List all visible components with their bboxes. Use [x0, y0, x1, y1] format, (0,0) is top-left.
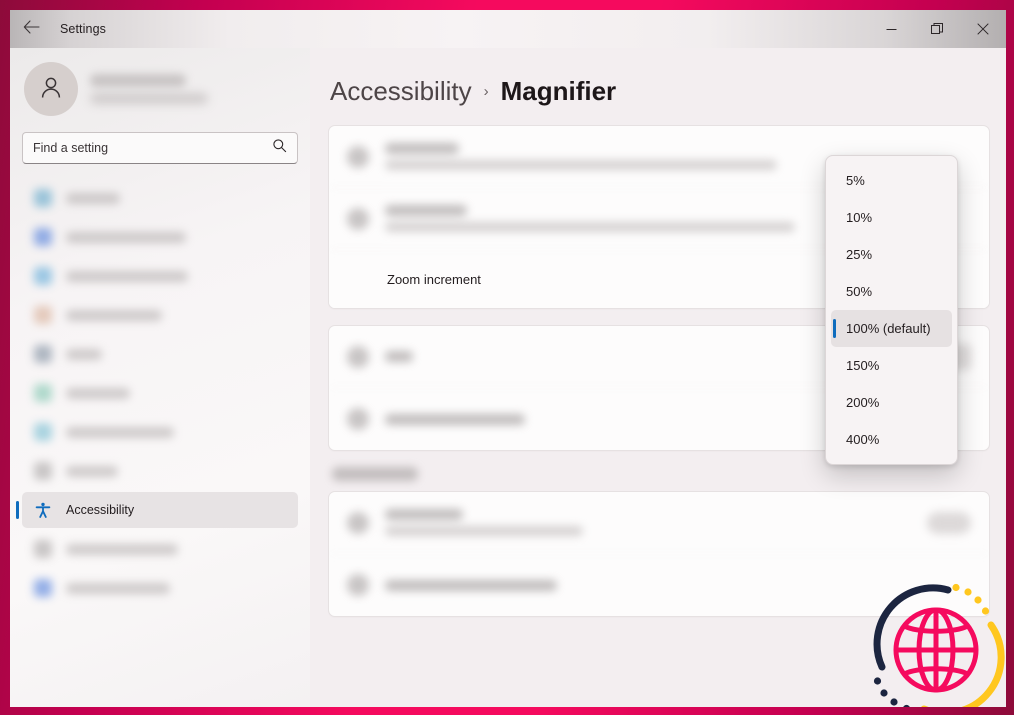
privacy-icon: [34, 540, 52, 558]
time-language-icon: [34, 423, 52, 441]
chevron-right-icon: ›: [483, 83, 489, 100]
account-email: [90, 93, 208, 104]
dropdown-option-400[interactable]: 400%: [831, 421, 952, 458]
back-button[interactable]: [10, 10, 52, 48]
sidebar-item-label: [66, 387, 130, 399]
sidebar-item-label: [66, 231, 186, 243]
accounts-icon: [34, 384, 52, 402]
window-title: Settings: [60, 22, 106, 36]
sidebar-item-item-4[interactable]: [22, 336, 298, 372]
sidebar: Accessibility: [10, 48, 310, 707]
row-icon: [347, 574, 369, 596]
row-text: [385, 509, 911, 536]
sidebar-item-label: [66, 426, 174, 438]
row-title: [385, 351, 413, 362]
row-icon: [347, 145, 369, 168]
settings-window: Settings Find a setting Accessibility Ac…: [10, 10, 1006, 707]
sidebar-item-label: [66, 309, 162, 321]
sidebar-item-item-0[interactable]: [22, 180, 298, 216]
pink-border-frame: Settings Find a setting Accessibility Ac…: [0, 0, 1014, 715]
dropdown-option-10[interactable]: 10%: [831, 199, 952, 236]
row-subtitle: [385, 222, 795, 232]
sidebar-item-item-6[interactable]: [22, 414, 298, 450]
sidebar-item-label: [66, 270, 188, 282]
sidebar-item-label: [66, 348, 102, 360]
avatar: [24, 62, 78, 116]
account-block[interactable]: [24, 62, 298, 116]
related-settings-card: [328, 491, 990, 617]
page-title: Magnifier: [500, 76, 617, 106]
search-input[interactable]: [33, 141, 272, 155]
table-row[interactable]: [329, 492, 989, 554]
accessibility-icon: [34, 501, 52, 519]
zoom-increment-dropdown[interactable]: 5% 10% 25% 50% 100% (default) 150% 200% 400%: [825, 155, 958, 465]
search-box[interactable]: [22, 132, 298, 164]
close-icon: [977, 23, 989, 35]
apps-icon: [34, 345, 52, 363]
sidebar-item-item-2[interactable]: [22, 258, 298, 294]
window-controls: [868, 10, 1006, 48]
sidebar-item-item-3[interactable]: [22, 297, 298, 333]
row-text: [385, 351, 835, 362]
arrow-left-icon: [23, 19, 40, 39]
sidebar-item-label: [66, 582, 170, 594]
restore-button[interactable]: [914, 10, 960, 48]
system-icon: [34, 189, 52, 207]
account-text: [90, 74, 208, 104]
search-icon[interactable]: [272, 138, 287, 158]
dropdown-option-5[interactable]: 5%: [831, 162, 952, 199]
minimize-icon: [886, 24, 897, 35]
sidebar-item-item-9[interactable]: [22, 531, 298, 567]
row-subtitle: [385, 160, 777, 170]
personalize-icon: [34, 306, 52, 324]
dropdown-option-25[interactable]: 25%: [831, 236, 952, 273]
row-subtitle: [385, 526, 583, 536]
sidebar-item-item-10[interactable]: [22, 570, 298, 606]
title-bar: Settings: [10, 10, 1006, 48]
table-row[interactable]: [329, 554, 989, 616]
sidebar-item-accessibility[interactable]: Accessibility: [16, 492, 298, 528]
gaming-icon: [34, 462, 52, 480]
row-title: [385, 579, 557, 591]
sidebar-item-label: [66, 543, 178, 555]
dropdown-option-150[interactable]: 150%: [831, 347, 952, 384]
section-heading: [332, 467, 418, 481]
sidebar-item-label: [66, 465, 118, 477]
dropdown-option-100-default[interactable]: 100% (default): [831, 310, 952, 347]
row-icon: [347, 511, 369, 534]
row-title: [385, 509, 463, 520]
minimize-button[interactable]: [868, 10, 914, 48]
row-title: [385, 205, 467, 216]
sidebar-nav-list: Accessibility: [16, 180, 298, 606]
breadcrumb-parent[interactable]: Accessibility: [330, 76, 472, 107]
windows-update-icon: [34, 579, 52, 597]
sidebar-item-label: Accessibility: [66, 503, 135, 517]
row-title: [385, 143, 459, 154]
account-name: [90, 74, 186, 87]
sidebar-item-item-7[interactable]: [22, 453, 298, 489]
zoom-increment-label: Zoom increment: [387, 271, 481, 287]
dropdown-option-200[interactable]: 200%: [831, 384, 952, 421]
sidebar-item-item-5[interactable]: [22, 375, 298, 411]
person-icon: [37, 73, 65, 106]
network-icon: [34, 267, 52, 285]
row-icon: [347, 207, 369, 230]
close-button[interactable]: [960, 10, 1006, 48]
row-icon: [347, 408, 369, 430]
sidebar-item-item-1[interactable]: [22, 219, 298, 255]
row-toggle[interactable]: [927, 511, 971, 534]
row-icon: [347, 345, 369, 368]
row-text: [385, 579, 971, 591]
row-title: [385, 413, 525, 425]
breadcrumb: Accessibility › Magnifier: [330, 76, 990, 107]
bluetooth-icon: [34, 228, 52, 246]
dropdown-option-50[interactable]: 50%: [831, 273, 952, 310]
sidebar-item-label: [66, 192, 120, 204]
restore-icon: [931, 23, 943, 35]
